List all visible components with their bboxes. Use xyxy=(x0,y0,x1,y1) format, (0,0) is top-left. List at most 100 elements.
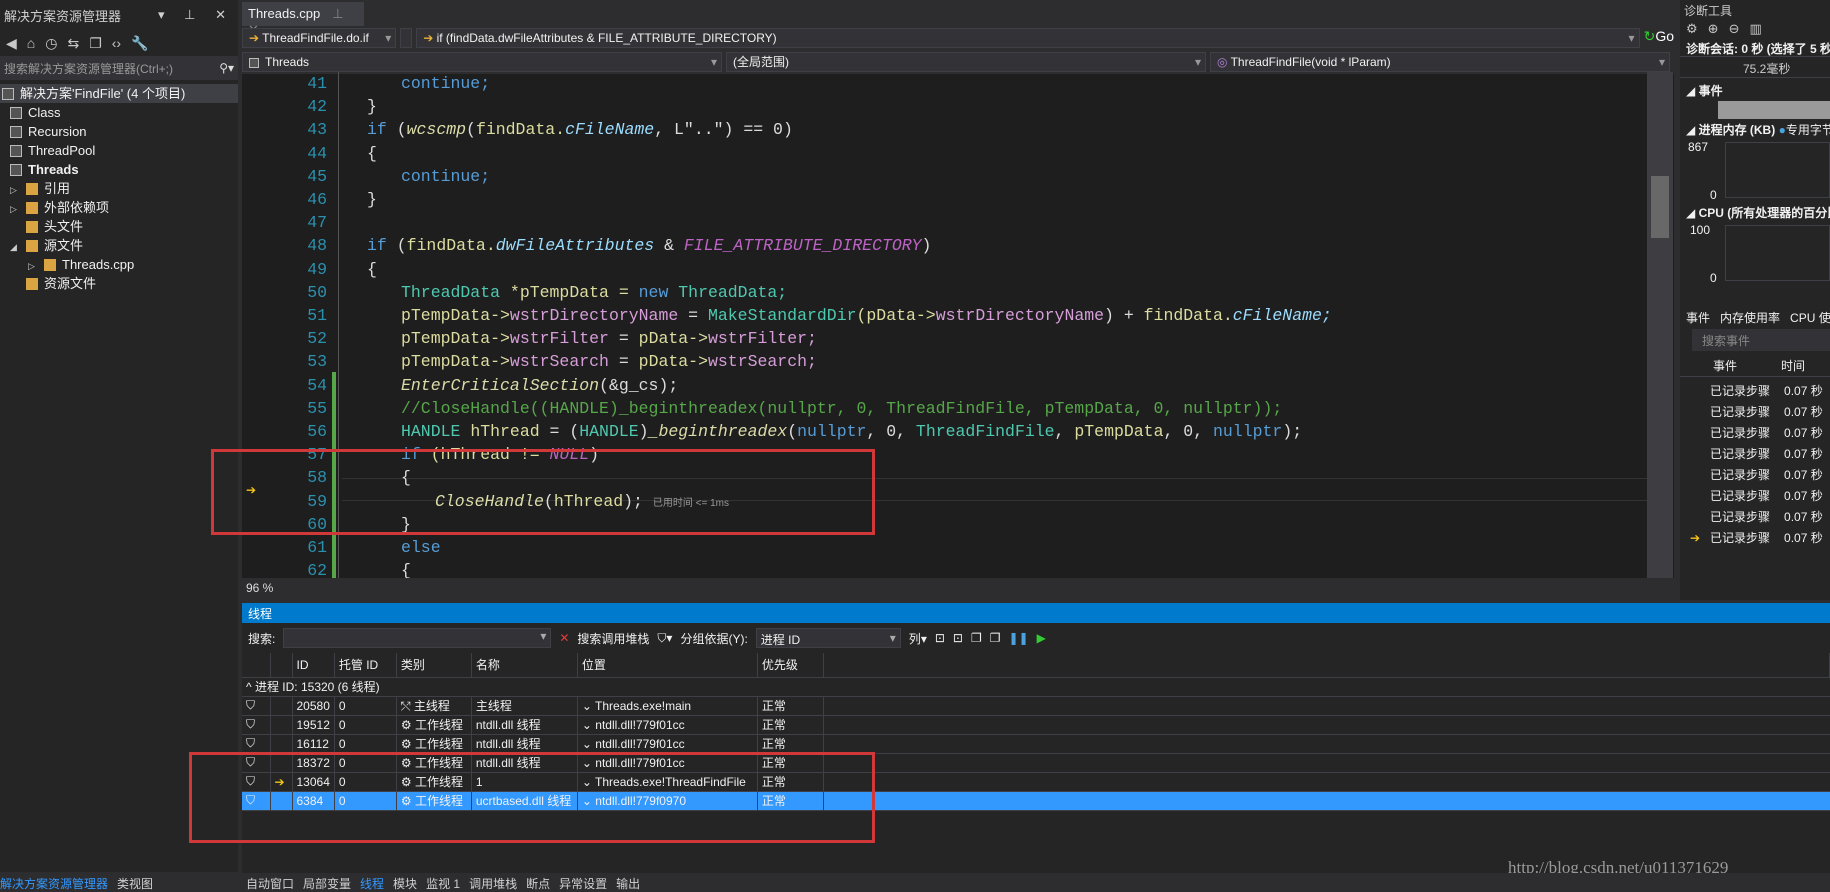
col-time: 时间 xyxy=(1781,359,1806,373)
thread-location[interactable]: ⌄ Threads.exe!main xyxy=(577,696,758,716)
column-header[interactable] xyxy=(242,653,271,678)
column-header[interactable]: 优先级 xyxy=(757,653,824,678)
tab-threads-cpp[interactable]: Threads.cpp⊥ ✕ xyxy=(242,2,364,37)
group-by-dropdown[interactable]: 进程 ID ▾ xyxy=(755,628,901,648)
zoom-in-icon[interactable]: ⊕ xyxy=(1708,21,1719,37)
solution-node[interactable]: 解决方案'FindFile' (4 个项目) xyxy=(0,84,238,103)
diag-tab[interactable]: 内存使用率 xyxy=(1720,309,1780,327)
go-button[interactable]: ↻Go xyxy=(1644,28,1674,48)
chart-icon[interactable]: ▥ xyxy=(1749,21,1761,37)
thread-location[interactable]: ⌄ ntdll.dll!779f01cc xyxy=(577,715,758,735)
function-dropdown[interactable]: ◎ ThreadFindFile(void * lParam) ▾ xyxy=(1210,52,1670,72)
filter-icon[interactable]: ⛉▾ xyxy=(657,631,672,646)
solution-tree: 解决方案'FindFile' (4 个项目) Class Recursion Thr… xyxy=(0,84,238,293)
bottom-tab-left[interactable]: 解决方案资源管理器 xyxy=(0,877,108,891)
event-row[interactable]: 已记录步骤 0.07 秒 xyxy=(1680,486,1830,507)
thaw-icon[interactable]: ❐ xyxy=(990,631,1001,645)
tree-item[interactable]: 头文件 xyxy=(0,217,238,236)
flag-icon[interactable]: ⛉ xyxy=(242,715,271,735)
column-header[interactable]: 名称 xyxy=(471,653,578,678)
collapse-icon[interactable]: ❐ xyxy=(89,35,102,52)
nav-scope-dropdown[interactable]: ➔ ThreadFindFile.do.if ▾ xyxy=(242,28,397,48)
expand-icon[interactable]: ⊡ xyxy=(935,631,945,645)
tree-item[interactable]: Threads xyxy=(0,160,238,179)
event-row[interactable]: 已记录步骤 0.07 秒 xyxy=(1680,402,1830,423)
diag-tab[interactable]: 事件 xyxy=(1686,309,1710,327)
bottom-tab[interactable]: 输出 xyxy=(616,877,640,891)
memory-section[interactable]: 进程内存 (KB) xyxy=(1699,123,1776,137)
expand-stack-icon[interactable]: ⌄ xyxy=(582,699,595,713)
event-row[interactable]: 已记录步骤 0.07 秒 xyxy=(1680,423,1830,444)
vertical-scrollbar[interactable] xyxy=(1647,72,1673,578)
solution-search-input[interactable]: 搜索解决方案资源管理器(Ctrl+;) ⚲▾ xyxy=(0,56,238,80)
bottom-tab[interactable]: 局部变量 xyxy=(303,877,351,891)
flag-icon[interactable]: ⛉ xyxy=(242,734,271,754)
tree-item[interactable]: ▷ 外部依赖项 xyxy=(0,198,238,217)
search-events-input[interactable]: 搜索事件 xyxy=(1692,329,1830,351)
bottom-tab[interactable]: 监视 1 xyxy=(426,877,460,891)
event-row[interactable]: 已记录步骤 0.07 秒 xyxy=(1680,381,1830,402)
collapse-icon[interactable]: ⊡ xyxy=(953,631,963,645)
home-icon[interactable]: ⌂ xyxy=(27,35,35,51)
history-icon[interactable]: ◷ xyxy=(45,35,57,52)
freeze-icon[interactable]: ❐ xyxy=(971,631,982,645)
project-dropdown[interactable]: Threads ▾ xyxy=(242,52,722,72)
event-row[interactable]: 已记录步骤 0.07 秒 xyxy=(1680,465,1830,486)
column-header[interactable]: 位置 xyxy=(577,653,758,678)
play-icon[interactable]: ▶ xyxy=(1037,631,1046,645)
code-token: pTempData-> xyxy=(401,352,510,372)
code-icon[interactable]: ‹› xyxy=(112,35,121,51)
scope-dropdown[interactable]: (全局范围) ▾ xyxy=(726,52,1206,72)
zoom-out-icon[interactable]: ⊖ xyxy=(1729,21,1740,37)
bottom-tab[interactable]: 调用堆栈 xyxy=(469,877,517,891)
thread-row[interactable]: ⛉ 20580 0 ⤲ 主线程 主线程 ⌄ Threads.exe!main 正常 xyxy=(242,696,1830,716)
expand-stack-icon[interactable]: ⌄ xyxy=(582,718,595,732)
tree-item[interactable]: 资源文件 xyxy=(0,274,238,293)
settings-icon[interactable]: ⚙ xyxy=(1686,21,1698,37)
columns-button[interactable]: 列▾ xyxy=(909,630,927,647)
bottom-tab[interactable]: 模块 xyxy=(393,877,417,891)
code-line: { xyxy=(401,559,411,578)
tree-item[interactable]: ThreadPool xyxy=(0,141,238,160)
nav-stepper[interactable] xyxy=(400,28,413,48)
cpu-section[interactable]: CPU (所有处理器的百分比) xyxy=(1699,206,1830,220)
tree-item[interactable]: ◢ 源文件 xyxy=(0,236,238,255)
zoom-level[interactable]: 96 % xyxy=(242,578,1674,600)
diag-tab[interactable]: CPU 使用率 xyxy=(1790,309,1830,327)
thread-name: ntdll.dll 线程 xyxy=(471,734,578,754)
flag-icon[interactable]: ⛉ xyxy=(242,696,271,716)
tree-item[interactable]: Recursion xyxy=(0,122,238,141)
event-row[interactable]: 已记录步骤 0.07 秒 xyxy=(1680,507,1830,528)
tree-item[interactable]: ▷ 引用 xyxy=(0,179,238,198)
properties-icon[interactable]: 🔧 xyxy=(131,35,148,52)
tree-item[interactable]: Class xyxy=(0,103,238,122)
events-section[interactable]: 事件 xyxy=(1699,84,1723,98)
sync-icon[interactable]: ⇆ xyxy=(67,35,79,52)
back-icon[interactable]: ◀ xyxy=(6,35,17,52)
process-group-row[interactable]: ^ 进程 ID: 15320 (6 线程) xyxy=(242,677,1830,697)
expand-stack-icon[interactable]: ⌄ xyxy=(582,737,595,751)
thread-row[interactable]: ⛉ 16112 0 ⚙ 工作线程 ntdll.dll 线程 ⌄ ntdll.dll… xyxy=(242,734,1830,754)
scroll-thumb[interactable] xyxy=(1651,176,1669,238)
clear-search-icon[interactable]: ✕ xyxy=(559,631,569,645)
pause-icon[interactable]: ❚❚ xyxy=(1009,631,1029,645)
event-row[interactable]: ➔ 已记录步骤 0.07 秒 xyxy=(1680,528,1830,549)
threads-search-input[interactable]: ▾ xyxy=(283,628,552,648)
pane-controls[interactable]: ▾ ⊥ ✕ xyxy=(158,7,234,23)
thread-location[interactable]: ⌄ ntdll.dll!779f01cc xyxy=(577,734,758,754)
thread-row[interactable]: ⛉ 19512 0 ⚙ 工作线程 ntdll.dll 线程 ⌄ ntdll.dll… xyxy=(242,715,1830,735)
search-call-stack-toggle[interactable]: 搜索调用堆栈 xyxy=(577,630,649,647)
column-header[interactable]: 类别 xyxy=(396,653,472,678)
column-header[interactable]: ID xyxy=(292,653,335,678)
bottom-tab[interactable]: 自动窗口 xyxy=(246,877,294,891)
bottom-tab-left[interactable]: 类视图 xyxy=(117,877,153,891)
event-row[interactable]: 已记录步骤 0.07 秒 xyxy=(1680,444,1830,465)
bottom-tab[interactable]: 线程 xyxy=(360,877,384,891)
column-header[interactable] xyxy=(270,653,293,678)
column-header[interactable]: 托管 ID xyxy=(334,653,397,678)
expand-arrow-icon[interactable]: ◢ xyxy=(10,238,26,257)
nav-statement-dropdown[interactable]: ➔ if (findData.dwFileAttributes & FILE_A… xyxy=(416,28,1640,48)
bottom-tab[interactable]: 断点 xyxy=(526,877,550,891)
bottom-tab[interactable]: 异常设置 xyxy=(559,877,607,891)
tree-item[interactable]: ▷ Threads.cpp xyxy=(0,255,238,274)
